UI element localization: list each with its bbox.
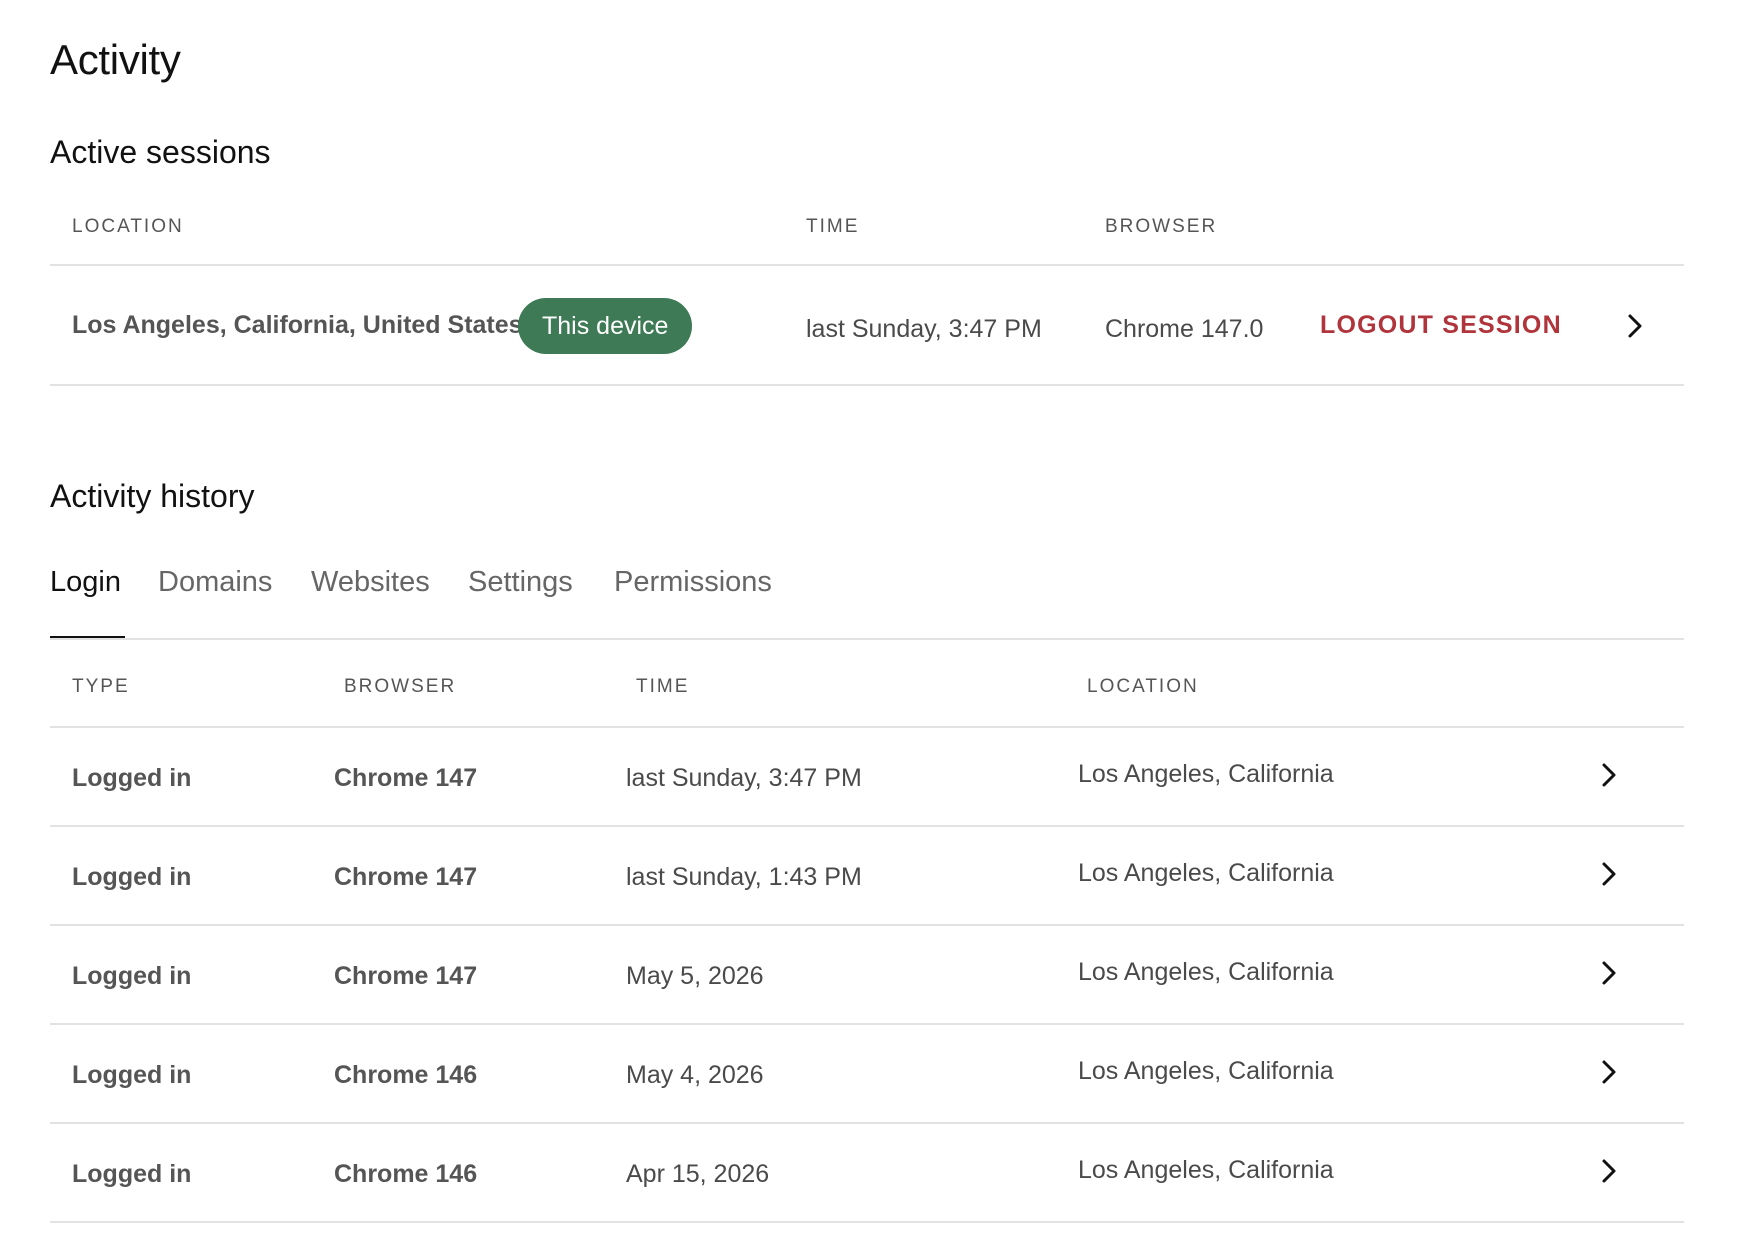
row-type: Logged in <box>72 962 192 990</box>
table-row[interactable]: Logged in Chrome 147 last Sunday, 3:47 P… <box>50 728 1684 827</box>
page-title: Activity <box>50 36 181 83</box>
chevron-right-icon[interactable] <box>1620 311 1650 341</box>
chevron-right-icon[interactable] <box>1594 859 1624 889</box>
session-time: last Sunday, 3:47 PM <box>806 315 1042 343</box>
table-row[interactable]: Logged in Chrome 147 last Sunday, 1:43 P… <box>50 827 1684 926</box>
tab-settings[interactable]: Settings <box>468 566 573 599</box>
row-browser: Chrome 147 <box>334 863 478 891</box>
row-time: May 4, 2026 <box>626 1061 764 1089</box>
header-location: LOCATION <box>1087 676 1199 697</box>
chevron-right-icon[interactable] <box>1594 1156 1624 1186</box>
session-location: Los Angeles, California, United States <box>72 311 523 339</box>
row-location: Los Angeles, California <box>1078 1057 1334 1085</box>
chevron-right-icon[interactable] <box>1594 760 1624 790</box>
row-location: Los Angeles, California <box>1078 859 1334 887</box>
divider <box>50 1221 1684 1223</box>
row-type: Logged in <box>72 863 192 891</box>
table-row[interactable]: Logged in Chrome 147 May 5, 2026 Los Ang… <box>50 926 1684 1025</box>
row-time: last Sunday, 3:47 PM <box>626 764 862 792</box>
divider <box>50 264 1684 266</box>
chevron-right-icon[interactable] <box>1594 958 1624 988</box>
row-time: May 5, 2026 <box>626 962 764 990</box>
row-time: Apr 15, 2026 <box>626 1160 770 1188</box>
row-type: Logged in <box>72 1160 192 1188</box>
chevron-right-icon[interactable] <box>1594 1057 1624 1087</box>
row-browser: Chrome 147 <box>334 962 478 990</box>
header-browser: BROWSER <box>1105 216 1218 237</box>
this-device-badge: This device <box>518 298 693 354</box>
divider <box>50 638 1684 640</box>
tab-permissions[interactable]: Permissions <box>614 566 772 599</box>
header-time: TIME <box>806 216 860 237</box>
header-time: TIME <box>636 676 690 697</box>
row-location: Los Angeles, California <box>1078 1156 1334 1184</box>
row-type: Logged in <box>72 764 192 792</box>
tab-login[interactable]: Login <box>50 566 121 599</box>
row-browser: Chrome 147 <box>334 764 478 792</box>
table-row[interactable]: Logged in Chrome 146 Apr 15, 2026 Los An… <box>50 1124 1684 1223</box>
tab-domains[interactable]: Domains <box>158 566 272 599</box>
logout-session-button[interactable]: LOGOUT SESSION <box>1320 311 1562 340</box>
table-row[interactable]: Logged in Chrome 146 May 4, 2026 Los Ang… <box>50 1025 1684 1124</box>
header-browser: BROWSER <box>344 676 457 697</box>
row-location: Los Angeles, California <box>1078 958 1334 986</box>
row-type: Logged in <box>72 1061 192 1089</box>
activity-history-title: Activity history <box>50 478 255 514</box>
row-location: Los Angeles, California <box>1078 760 1334 788</box>
row-browser: Chrome 146 <box>334 1061 478 1089</box>
active-sessions-title: Active sessions <box>50 134 271 170</box>
divider <box>50 384 1684 386</box>
header-location: LOCATION <box>72 216 184 237</box>
row-browser: Chrome 146 <box>334 1160 478 1188</box>
tab-websites[interactable]: Websites <box>311 566 430 599</box>
row-time: last Sunday, 1:43 PM <box>626 863 862 891</box>
header-type: TYPE <box>72 676 130 697</box>
session-browser: Chrome 147.0 <box>1105 315 1264 343</box>
